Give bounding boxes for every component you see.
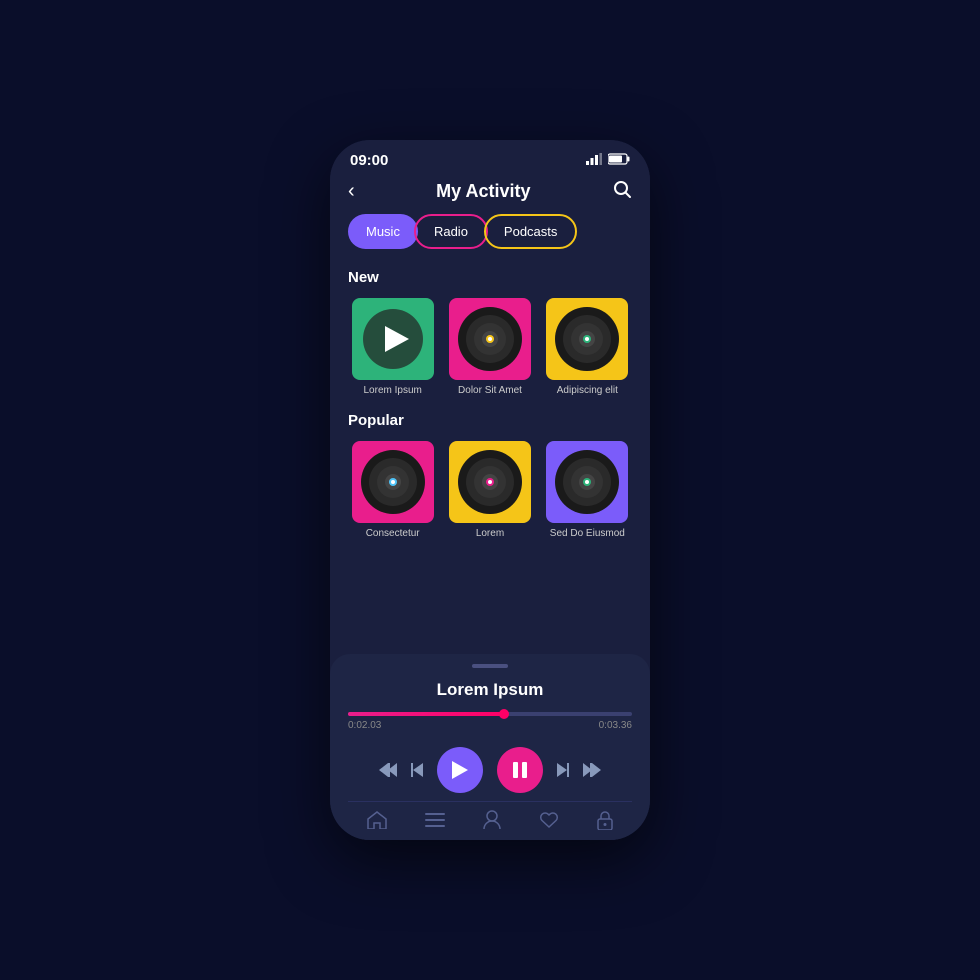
player-handle (472, 664, 508, 668)
album-label-sed: Sed Do Eiusmod (550, 528, 625, 539)
popular-grid: Consectetur Lorem (348, 441, 632, 539)
album-card-lorem2[interactable]: Lorem (445, 441, 534, 539)
new-grid: Lorem Ipsum Dolor Sit Amet (348, 298, 632, 396)
progress-fill (348, 712, 504, 716)
player-title: Lorem Ipsum (348, 680, 632, 700)
progress-container[interactable]: 0:02.03 0:03.36 (348, 712, 632, 731)
search-button[interactable] (612, 179, 632, 204)
total-time: 0:03.36 (599, 720, 632, 731)
header: ‹ My Activity (330, 175, 650, 214)
nav-menu[interactable] (425, 813, 445, 827)
status-time: 09:00 (350, 152, 388, 169)
player: Lorem Ipsum 0:02.03 0:03.36 (330, 654, 650, 840)
nav-profile[interactable] (483, 810, 501, 830)
nav-favorites[interactable] (539, 811, 559, 829)
skip-back-button[interactable] (379, 763, 397, 777)
section-popular-title: Popular (348, 412, 632, 429)
album-card-consectetur[interactable]: Consectetur (348, 441, 437, 539)
album-label-lorem2: Lorem (476, 528, 504, 539)
page-title: My Activity (436, 181, 530, 202)
album-card-adipiscing[interactable]: Adipiscing elit (543, 298, 632, 396)
album-label-adipiscing: Adipiscing elit (557, 385, 618, 396)
progress-bar[interactable] (348, 712, 632, 716)
content-area: New Lorem Ipsum (330, 261, 650, 654)
phone-frame: 09:00 ‹ My Activity Music Radio Podcasts… (330, 140, 650, 840)
album-card-lorem-ipsum[interactable]: Lorem Ipsum (348, 298, 437, 396)
album-card-sed[interactable]: Sed Do Eiusmod (543, 441, 632, 539)
album-label-consectetur: Consectetur (366, 528, 420, 539)
album-label-lorem-ipsum: Lorem Ipsum (363, 385, 421, 396)
current-time: 0:02.03 (348, 720, 381, 731)
section-new-title: New (348, 269, 632, 286)
tab-podcasts[interactable]: Podcasts (484, 214, 577, 249)
battery-icon (608, 153, 630, 168)
prev-button[interactable] (411, 763, 423, 777)
signal-icon (586, 153, 602, 168)
tab-radio[interactable]: Radio (414, 214, 488, 249)
back-button[interactable]: ‹ (348, 180, 355, 203)
pause-button[interactable] (497, 747, 543, 793)
nav-home[interactable] (367, 811, 387, 829)
player-controls (348, 735, 632, 801)
skip-forward-button[interactable] (583, 763, 601, 777)
progress-thumb (499, 709, 509, 719)
tabs-container: Music Radio Podcasts (330, 214, 650, 261)
status-bar: 09:00 (330, 140, 650, 175)
bottom-nav (348, 801, 632, 840)
nav-lock[interactable] (597, 810, 613, 830)
status-icons (586, 153, 630, 168)
tab-music[interactable]: Music (348, 214, 418, 249)
next-button[interactable] (557, 763, 569, 777)
album-label-dolor: Dolor Sit Amet (458, 385, 522, 396)
progress-times: 0:02.03 0:03.36 (348, 720, 632, 731)
play-button[interactable] (437, 747, 483, 793)
album-card-dolor[interactable]: Dolor Sit Amet (445, 298, 534, 396)
